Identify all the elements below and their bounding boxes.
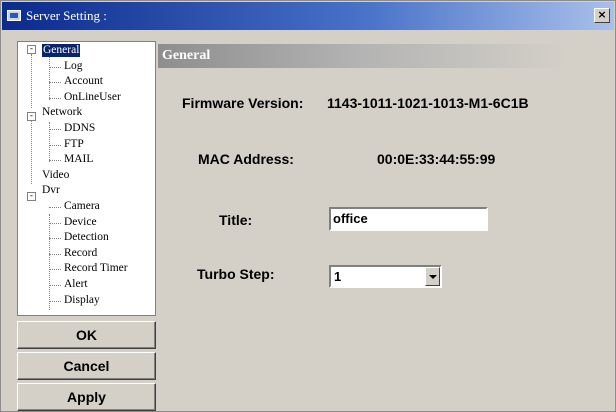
tree-item[interactable]: Video bbox=[42, 169, 69, 182]
tree-connector bbox=[49, 122, 50, 162]
cancel-button[interactable]: Cancel bbox=[17, 352, 156, 380]
server-setting-window: Server Setting : × - - - General Log Accou… bbox=[0, 0, 616, 412]
close-button[interactable]: × bbox=[594, 8, 610, 23]
chevron-down-icon[interactable] bbox=[425, 267, 440, 286]
tree-connector bbox=[31, 120, 32, 184]
turbo-step-label: Turbo Step: bbox=[197, 266, 275, 282]
settings-tree[interactable]: - - - General Log Account OnLineUser Network… bbox=[17, 41, 156, 316]
collapse-dvr-icon[interactable]: - bbox=[27, 192, 36, 201]
tree-item[interactable]: Alert bbox=[64, 278, 88, 291]
firmware-version-label: Firmware Version: bbox=[182, 95, 304, 111]
tree-connector bbox=[49, 269, 61, 271]
tree-connector bbox=[49, 160, 61, 162]
tree-item[interactable]: Network bbox=[42, 106, 82, 119]
tree-item[interactable]: Camera bbox=[64, 200, 100, 213]
tree-connector bbox=[49, 97, 61, 99]
tree-item[interactable]: Record Timer bbox=[64, 262, 128, 275]
collapse-network-icon[interactable]: - bbox=[27, 112, 36, 121]
tree-item[interactable]: Account bbox=[64, 75, 103, 88]
tree-item[interactable]: Device bbox=[64, 216, 97, 229]
tree-connector bbox=[49, 214, 50, 310]
tree-connector bbox=[49, 52, 50, 100]
title-bar[interactable]: Server Setting : × bbox=[2, 2, 614, 30]
tree-item[interactable]: General bbox=[42, 44, 81, 57]
tree-connector bbox=[49, 222, 61, 224]
tree-connector bbox=[49, 82, 61, 84]
tree-connector bbox=[49, 144, 61, 146]
collapse-general-icon[interactable]: - bbox=[27, 45, 36, 54]
window-title: Server Setting : bbox=[26, 8, 107, 23]
tree-item[interactable]: Record bbox=[64, 247, 97, 260]
tree-item[interactable]: MAIL bbox=[64, 153, 93, 166]
tree-item[interactable]: DDNS bbox=[64, 122, 95, 135]
tree-connector bbox=[49, 66, 61, 68]
tree-connector bbox=[49, 207, 61, 208]
tree-item[interactable]: Dvr bbox=[42, 184, 60, 197]
title-label: Title: bbox=[219, 212, 253, 228]
app-icon bbox=[7, 10, 21, 21]
firmware-version-value: 1143-1011-1021-1013-M1-6C1B bbox=[327, 95, 529, 111]
title-input[interactable]: office bbox=[329, 207, 488, 231]
tree-connector bbox=[49, 129, 61, 130]
panel-header: General bbox=[158, 44, 615, 68]
tree-connector bbox=[49, 253, 61, 255]
tree-item[interactable]: Log bbox=[64, 60, 83, 73]
ok-button[interactable]: OK bbox=[17, 321, 156, 349]
tree-item[interactable]: OnLineUser bbox=[64, 91, 121, 104]
turbo-step-select[interactable]: 1 bbox=[329, 265, 442, 288]
tree-item[interactable]: FTP bbox=[64, 138, 84, 151]
panel-title: General bbox=[162, 48, 211, 63]
tree-item[interactable]: Detection bbox=[64, 231, 109, 244]
tree-connector bbox=[31, 54, 32, 108]
tree-item[interactable]: Display bbox=[64, 294, 100, 307]
tree-connector bbox=[49, 300, 61, 302]
turbo-step-value: 1 bbox=[334, 269, 342, 284]
mac-address-label: MAC Address: bbox=[198, 151, 294, 167]
tree-connector bbox=[49, 238, 61, 240]
apply-button[interactable]: Apply bbox=[17, 383, 156, 411]
mac-address-value: 00:0E:33:44:55:99 bbox=[377, 151, 496, 167]
tree-connector bbox=[49, 285, 61, 286]
